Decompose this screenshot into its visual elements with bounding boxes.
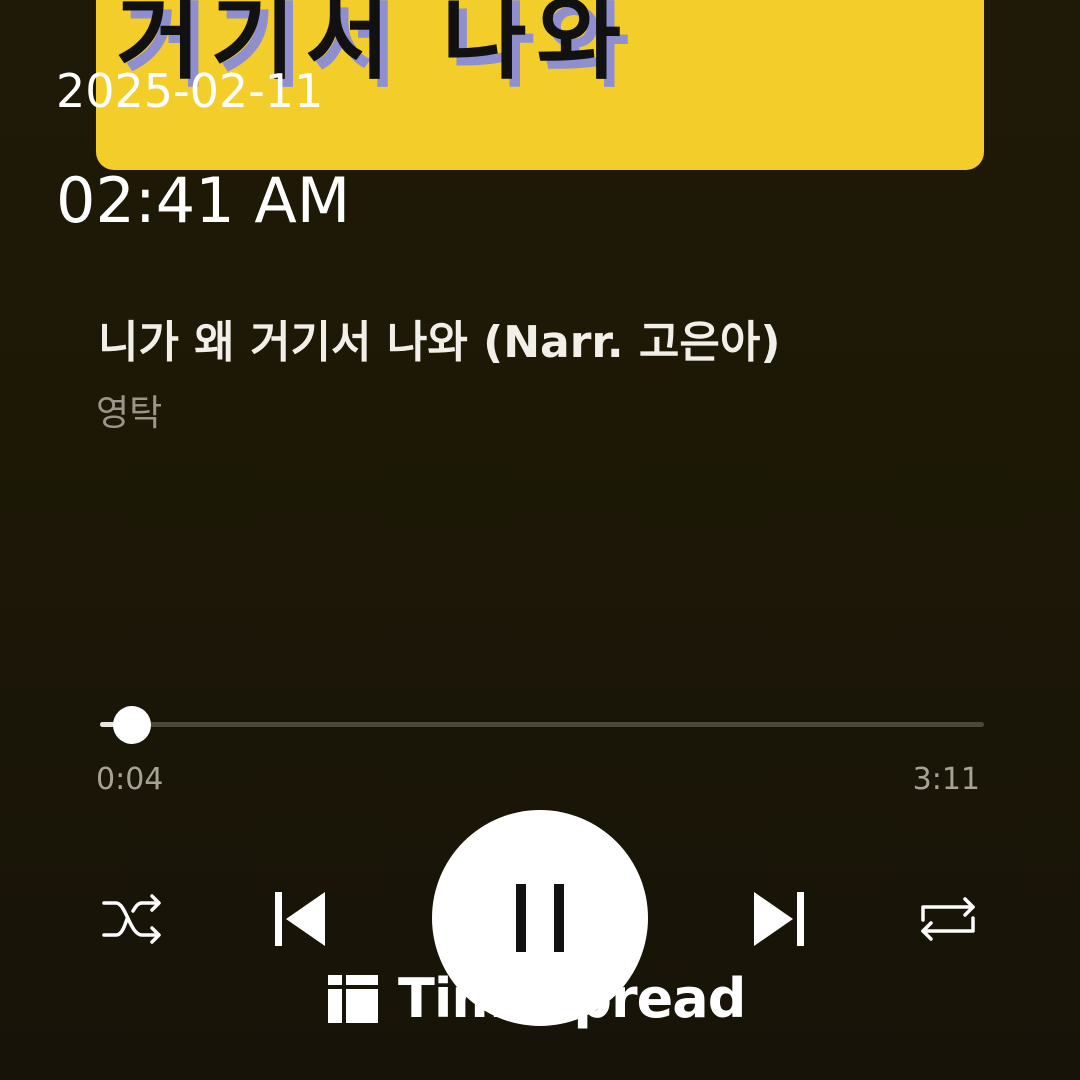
progress-bar[interactable]	[100, 722, 984, 727]
watermark: Timespread	[328, 966, 746, 1030]
overlay-date: 2025-02-11	[56, 64, 324, 118]
next-button[interactable]	[748, 886, 812, 952]
song-title: 니가 왜 거기서 나와 (Narr. 고은아)	[98, 317, 781, 368]
previous-button[interactable]	[264, 886, 334, 952]
shuffle-button[interactable]	[98, 886, 168, 952]
music-player-screen: 거기서 나와 2025-02-11 02:41 AM 니가 왜 거기서 나와 (…	[0, 0, 1080, 1080]
timespread-logo-icon	[328, 975, 378, 1023]
pause-icon	[516, 884, 564, 952]
total-time: 3:11	[912, 762, 980, 797]
repeat-icon	[921, 897, 975, 941]
repeat-button[interactable]	[912, 886, 984, 952]
artist-name[interactable]: 영탁	[96, 384, 162, 436]
watermark-text: Timespread	[398, 966, 746, 1030]
progress-thumb[interactable]	[112, 706, 151, 744]
elapsed-time: 0:04	[96, 762, 164, 797]
shuffle-icon	[102, 894, 161, 944]
skip-previous-icon	[275, 892, 325, 946]
overlay-time: 02:41 AM	[56, 164, 351, 237]
skip-next-icon	[754, 892, 804, 946]
